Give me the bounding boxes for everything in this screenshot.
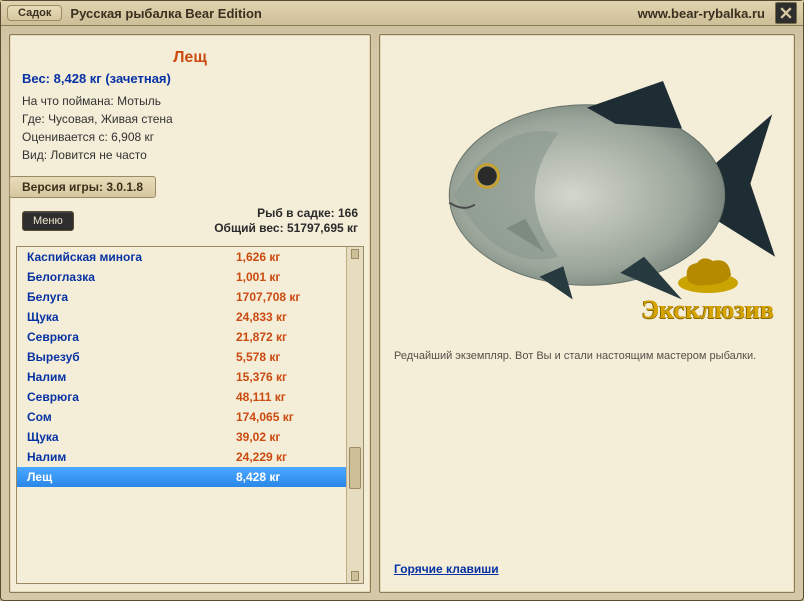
list-item-weight: 5,578 кг [236,350,336,364]
list-item-weight: 39,02 кг [236,430,336,444]
list-item-name: Белоглазка [27,270,236,284]
total-label: Общий вес: [214,221,283,235]
count-value: 166 [338,206,358,220]
list-item-name: Вырезуб [27,350,236,364]
list-item[interactable]: Налим24,229 кг [17,447,346,467]
site-url: www.bear-rybalka.ru [638,6,765,21]
left-pane: Лещ Вес: 8,428 кг (зачетная) На что пойм… [9,34,371,593]
list-item-weight: 8,428 кг [236,470,336,484]
list-item-name: Каспийская минога [27,250,236,264]
list-item-weight: 48,111 кг [236,390,336,404]
weight-label: Вес: [22,71,50,86]
where-row: Где: Чусовая, Живая стена [22,110,358,128]
titlebar: Садок Русская рыбалка Bear Edition www.b… [1,1,803,26]
version-badge: Версия игры: 3.0.1.8 [9,176,156,198]
list-item-name: Налим [27,370,236,384]
valued-value: 6,908 кг [111,130,154,144]
list-item-name: Севрюга [27,390,236,404]
close-icon [780,7,792,19]
close-button[interactable] [775,2,797,24]
list-item[interactable]: Белуга1707,708 кг [17,287,346,307]
list-item-name: Щука [27,430,236,444]
scrollbar-thumb[interactable] [349,447,361,489]
list-item[interactable]: Вырезуб5,578 кг [17,347,346,367]
kind-value: Ловится не часто [50,148,146,162]
list-item-weight: 21,872 кг [236,330,336,344]
right-pane: Эксклюзив Редчайший экземпляр. Вот Вы и … [379,34,795,593]
list-item-weight: 24,833 кг [236,310,336,324]
list-item-weight: 15,376 кг [236,370,336,384]
list-item-name: Сом [27,410,236,424]
list-item-name: Лещ [27,470,236,484]
list-item-weight: 24,229 кг [236,450,336,464]
version-value: 3.0.1.8 [106,180,143,194]
kind-label: Вид: [22,148,47,162]
menu-row: Меню Рыб в садке: 166 Общий вес: 51797,6… [10,198,370,242]
bait-value: Мотыль [117,94,161,108]
window-title: Русская рыбалка Bear Edition [70,6,637,21]
valued-label: Оценивается с: [22,130,108,144]
where-value: Чусовая, Живая стена [48,112,173,126]
where-label: Где: [22,112,45,126]
list-item[interactable]: Щука39,02 кг [17,427,346,447]
fish-name: Лещ [22,49,358,67]
list-item-name: Щука [27,310,236,324]
count-label: Рыб в садке: [257,206,335,220]
fish-weight: Вес: 8,428 кг (зачетная) [22,71,358,86]
scrollbar[interactable] [346,247,363,583]
fish-image: Эксклюзив [394,45,780,345]
bait-row: На что поймана: Мотыль [22,92,358,110]
list-item-weight: 1,626 кг [236,250,336,264]
list-item[interactable]: Каспийская минога1,626 кг [17,247,346,267]
bait-label: На что поймана: [22,94,114,108]
exclusive-badge-text: Эксклюзив [642,295,774,325]
weight-value: 8,428 кг [54,71,102,86]
basket-tab[interactable]: Садок [7,5,62,21]
list-item[interactable]: Налим15,376 кг [17,367,346,387]
fish-list[interactable]: Каспийская минога1,626 кгБелоглазка1,001… [17,247,346,583]
total-value: 51797,695 кг [287,221,358,235]
list-item-weight: 174,065 кг [236,410,336,424]
list-item[interactable]: Лещ8,428 кг [17,467,346,487]
list-item[interactable]: Сом174,065 кг [17,407,346,427]
fish-details: Лещ Вес: 8,428 кг (зачетная) На что пойм… [10,35,370,172]
list-item-name: Севрюга [27,330,236,344]
list-item[interactable]: Щука24,833 кг [17,307,346,327]
list-item[interactable]: Белоглазка1,001 кг [17,267,346,287]
list-item-name: Белуга [27,290,236,304]
fish-list-container: Каспийская минога1,626 кгБелоглазка1,001… [16,246,364,584]
exclusive-badge: Эксклюзив [642,251,774,325]
list-item-weight: 1707,708 кг [236,290,336,304]
kind-row: Вид: Ловится не часто [22,146,358,164]
hotkeys-link[interactable]: Горячие клавиши [394,556,780,582]
list-item[interactable]: Севрюга48,111 кг [17,387,346,407]
bear-icon [673,251,743,295]
list-item-name: Налим [27,450,236,464]
list-item-weight: 1,001 кг [236,270,336,284]
menu-button[interactable]: Меню [22,211,74,231]
version-row: Версия игры: 3.0.1.8 [10,176,370,198]
weight-qualifier: (зачетная) [105,71,171,86]
basket-counts: Рыб в садке: 166 Общий вес: 51797,695 кг [214,206,358,236]
version-label: Версия игры: [22,180,103,194]
valued-row: Оценивается с: 6,908 кг [22,128,358,146]
list-item[interactable]: Севрюга21,872 кг [17,327,346,347]
game-window: Садок Русская рыбалка Bear Edition www.b… [0,0,804,601]
fish-description: Редчайший экземпляр. Вот Вы и стали наст… [394,349,780,364]
